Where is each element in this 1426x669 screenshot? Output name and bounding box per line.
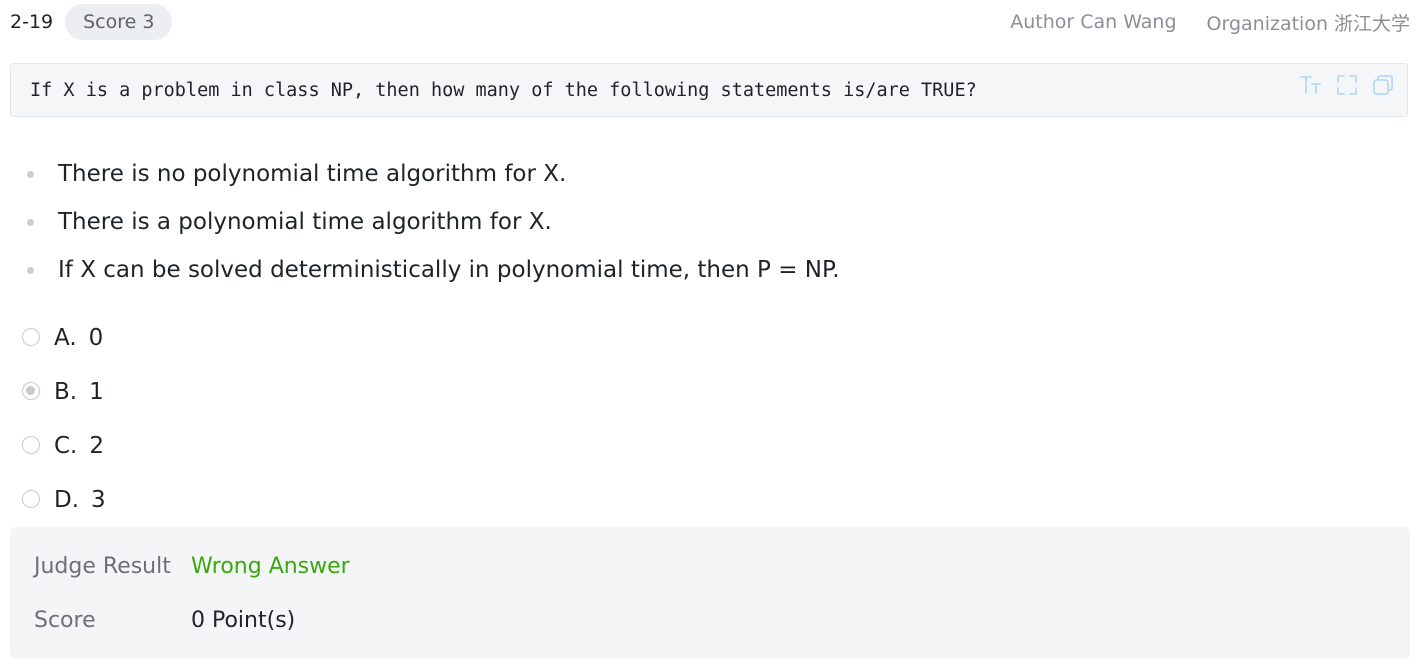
author-meta: Author Can Wang bbox=[1010, 11, 1176, 33]
question-number: 2-19 bbox=[10, 11, 54, 33]
judge-result-row: Judge Result Wrong Answer bbox=[34, 540, 350, 594]
score-row: Score 0 Point(s) bbox=[34, 594, 295, 648]
statement-list: There is no polynomial time algorithm fo… bbox=[0, 150, 840, 294]
radio-icon[interactable] bbox=[22, 328, 40, 346]
option-c[interactable]: C. 2 bbox=[0, 419, 106, 473]
fullscreen-icon[interactable] bbox=[1335, 73, 1359, 97]
score-label: Score bbox=[34, 608, 96, 633]
option-letter: B. bbox=[54, 379, 78, 405]
option-letter: D. bbox=[54, 487, 80, 513]
statement-item: There is no polynomial time algorithm fo… bbox=[0, 150, 840, 198]
radio-icon[interactable] bbox=[22, 490, 40, 508]
option-text: 2 bbox=[89, 433, 105, 459]
judge-result-label: Judge Result bbox=[34, 554, 171, 579]
option-text: 0 bbox=[88, 325, 104, 351]
option-b[interactable]: B. 1 bbox=[0, 365, 106, 419]
bullet-icon bbox=[27, 171, 34, 178]
bullet-icon bbox=[27, 267, 34, 274]
score-badge: Score 3 bbox=[65, 4, 173, 40]
judge-result-value: Wrong Answer bbox=[191, 554, 350, 579]
author-name: Can Wang bbox=[1080, 11, 1177, 33]
copy-icon[interactable] bbox=[1371, 73, 1395, 97]
font-size-icon[interactable] bbox=[1299, 73, 1323, 97]
option-d[interactable]: D. 3 bbox=[0, 473, 106, 527]
score-value: 0 Point(s) bbox=[191, 608, 296, 633]
judge-result-panel: Judge Result Wrong Answer Score 0 Point(s) bbox=[10, 527, 1410, 659]
statement-item: If X can be solved deterministically in … bbox=[0, 246, 840, 294]
question-code-block: If X is a problem in class NP, then how … bbox=[10, 63, 1408, 117]
bullet-icon bbox=[27, 219, 34, 226]
code-toolbar bbox=[1287, 73, 1395, 97]
statement-item: There is a polynomial time algorithm for… bbox=[0, 198, 840, 246]
question-meta: Author Can Wang Organization 浙江大学 bbox=[1010, 9, 1410, 36]
option-letter: C. bbox=[54, 433, 78, 459]
radio-checked-icon[interactable] bbox=[22, 382, 40, 400]
option-text: 3 bbox=[91, 487, 106, 513]
option-text: 1 bbox=[89, 379, 104, 405]
question-header-left: 2-19 Score 3 bbox=[10, 4, 173, 40]
statement-text: There is no polynomial time algorithm fo… bbox=[58, 161, 567, 187]
question-header: 2-19 Score 3 Author Can Wang Organization… bbox=[10, 4, 1410, 40]
organization-meta: Organization 浙江大学 bbox=[1207, 9, 1410, 36]
option-letter: A. bbox=[54, 325, 77, 351]
answer-options: A. 0 B. 1 C. 2 D. 3 bbox=[0, 311, 106, 527]
organization-name: 浙江大学 bbox=[1333, 12, 1410, 35]
statement-text: If X can be solved deterministically in … bbox=[58, 257, 840, 283]
question-text: If X is a problem in class NP, then how … bbox=[30, 80, 977, 101]
author-label: Author bbox=[1010, 11, 1075, 33]
option-a[interactable]: A. 0 bbox=[0, 311, 106, 365]
statement-text: There is a polynomial time algorithm for… bbox=[58, 209, 552, 235]
organization-label: Organization bbox=[1206, 12, 1328, 35]
radio-icon[interactable] bbox=[22, 436, 40, 454]
